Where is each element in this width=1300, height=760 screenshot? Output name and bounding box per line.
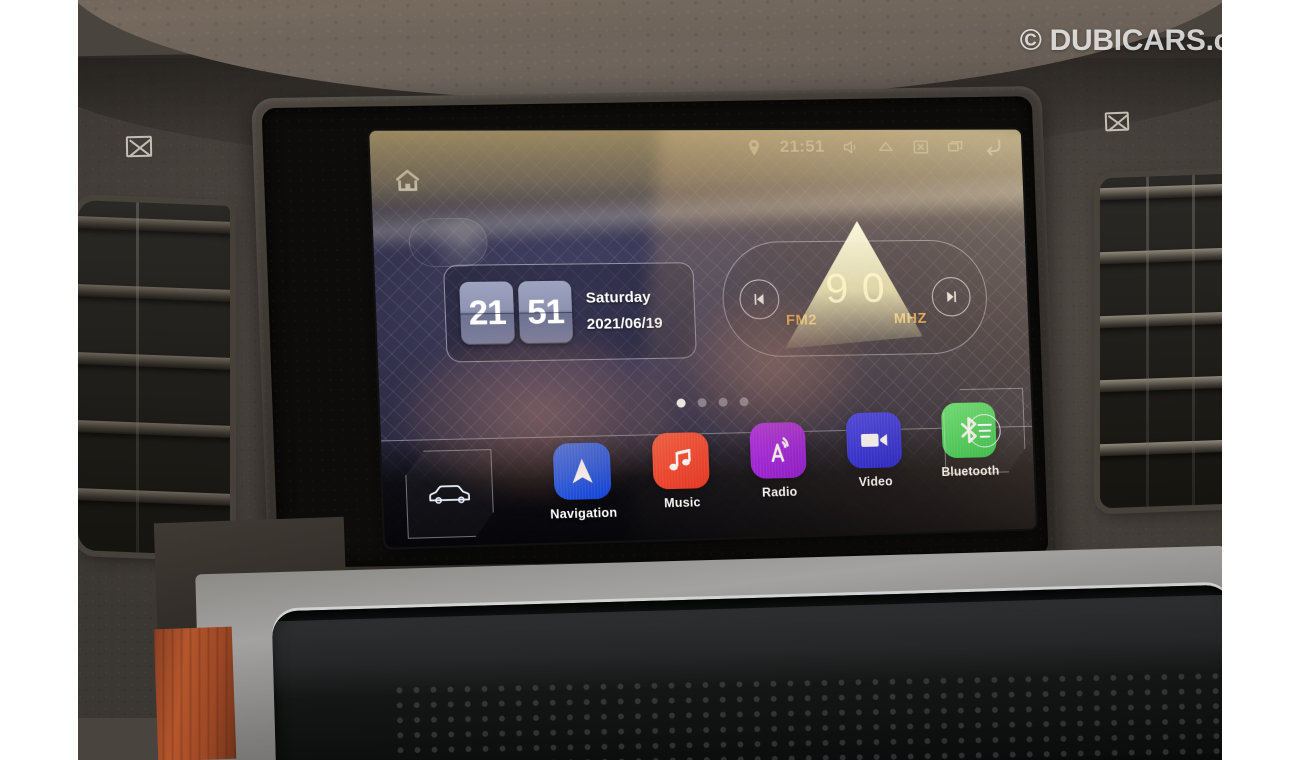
next-station-icon bbox=[946, 291, 957, 303]
previous-station-icon bbox=[754, 293, 764, 305]
car-interior-photo: 21:51 21 51 Saturday 2021/06/19 9 0 FM2 … bbox=[78, 0, 1222, 760]
watermark: © DUBICARS.c bbox=[1019, 24, 1222, 57]
back-icon[interactable] bbox=[981, 134, 1005, 158]
radio-frequency: 9 0 bbox=[824, 263, 887, 311]
page-dot[interactable] bbox=[697, 398, 707, 408]
radio-prev-button[interactable] bbox=[738, 279, 781, 320]
flip-minutes: 51 bbox=[517, 280, 574, 345]
airbag-x-icon bbox=[1104, 111, 1130, 132]
volume-icon[interactable] bbox=[841, 137, 860, 156]
radio-widget[interactable]: 9 0 FM2 MHZ bbox=[720, 239, 990, 358]
airbag-x-icon bbox=[125, 135, 153, 158]
clock-widget[interactable]: 21 51 Saturday 2021/06/19 bbox=[442, 262, 697, 363]
radio-next-button[interactable] bbox=[931, 276, 972, 317]
page-dot[interactable] bbox=[739, 397, 749, 407]
air-vent-left bbox=[78, 200, 230, 556]
storage-tray bbox=[271, 584, 1222, 760]
app-radio[interactable]: Radio bbox=[740, 421, 816, 500]
video-camera-icon bbox=[845, 411, 903, 469]
screenshot-root: 21:51 21 51 Saturday 2021/06/19 9 0 FM2 … bbox=[0, 0, 1300, 760]
navigation-arrow-icon bbox=[552, 442, 612, 501]
car-icon bbox=[424, 479, 475, 509]
home-button[interactable] bbox=[391, 165, 423, 196]
location-pin-icon bbox=[748, 139, 760, 155]
app-drawer-button[interactable] bbox=[942, 388, 1026, 474]
app-music[interactable]: Music bbox=[643, 432, 720, 511]
app-label-radio: Radio bbox=[761, 484, 798, 500]
clock-date-block: Saturday 2021/06/19 bbox=[585, 284, 663, 338]
status-bar-clock: 21:51 bbox=[779, 136, 825, 156]
radio-band: FM2 bbox=[785, 311, 818, 330]
status-bar: 21:51 bbox=[369, 130, 1022, 166]
infotainment-screen[interactable]: 21:51 21 51 Saturday 2021/06/19 9 0 FM2 … bbox=[369, 129, 1037, 548]
app-video[interactable]: Video bbox=[837, 411, 912, 490]
page-border-right bbox=[1222, 0, 1300, 760]
wood-trim-panel bbox=[153, 626, 237, 760]
radio-tower-icon bbox=[749, 421, 807, 479]
clock-date: 2021/06/19 bbox=[586, 314, 663, 333]
radio-display: 9 0 FM2 MHZ bbox=[778, 263, 933, 330]
screen-off-icon[interactable] bbox=[911, 137, 930, 156]
app-label-navigation: Navigation bbox=[550, 505, 618, 522]
page-dot[interactable] bbox=[718, 397, 728, 407]
app-label-music: Music bbox=[663, 495, 701, 511]
flip-hours: 21 bbox=[459, 281, 516, 346]
car-info-button[interactable] bbox=[404, 449, 494, 539]
recents-icon[interactable] bbox=[946, 137, 965, 156]
eject-icon[interactable] bbox=[876, 137, 895, 156]
page-dot[interactable] bbox=[676, 398, 686, 408]
app-label-video: Video bbox=[858, 474, 893, 490]
page-border-left bbox=[0, 0, 78, 760]
flip-clock: 21 51 bbox=[459, 280, 574, 346]
app-navigation[interactable]: Navigation bbox=[543, 442, 621, 522]
radio-unit: MHZ bbox=[893, 310, 928, 328]
home-icon bbox=[391, 165, 423, 196]
air-vent-right bbox=[1100, 173, 1222, 509]
clock-weekday: Saturday bbox=[585, 288, 651, 307]
music-note-icon bbox=[651, 432, 710, 490]
